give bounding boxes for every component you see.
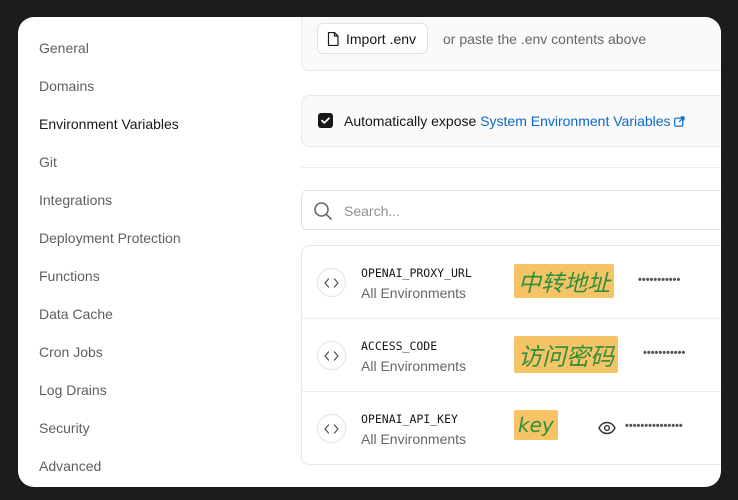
sidebar-item-log-drains[interactable]: Log Drains — [39, 382, 107, 398]
handwritten-annotation: key — [514, 410, 558, 440]
env-variable-environments: All Environments — [361, 431, 467, 447]
sidebar-item-data-cache[interactable]: Data Cache — [39, 306, 113, 322]
import-env-button-label: Import .env — [346, 30, 417, 47]
sidebar-item-cron-jobs[interactable]: Cron Jobs — [39, 344, 103, 360]
sidebar-item-functions[interactable]: Functions — [39, 268, 100, 284]
env-variable-name: OPENAI_API_KEY — [361, 412, 458, 426]
env-variable-name: ACCESS_CODE — [361, 339, 438, 353]
import-hint-text: or paste the .env contents above — [443, 31, 647, 47]
env-variable-environments: All Environments — [361, 285, 467, 301]
expose-text: Automatically expose — [344, 113, 477, 129]
sidebar-item-advanced[interactable]: Advanced — [39, 458, 101, 474]
env-variables-list: OPENAI_PROXY_URL All Environments 中转地址 •… — [301, 245, 721, 465]
search-box — [301, 190, 721, 230]
import-env-button[interactable]: Import .env — [317, 23, 429, 54]
code-icon — [317, 341, 346, 370]
sidebar-item-environment-variables[interactable]: Environment Variables — [39, 116, 179, 132]
env-variable-row[interactable]: OPENAI_API_KEY All Environments key ••••… — [302, 392, 721, 465]
section-divider — [301, 167, 721, 168]
handwritten-annotation: 访问密码 — [514, 336, 618, 373]
sidebar-item-domains[interactable]: Domains — [39, 78, 94, 94]
search-input[interactable] — [344, 201, 704, 221]
masked-value: ••••••••••• — [643, 347, 686, 359]
expose-system-vars-label: Automatically expose System Environment … — [344, 113, 685, 129]
sidebar-item-git[interactable]: Git — [39, 154, 57, 170]
masked-value: ••••••••••• — [638, 274, 681, 286]
settings-window: General Domains Environment Variables Gi… — [18, 17, 721, 487]
expose-system-vars-card: Automatically expose System Environment … — [301, 95, 721, 147]
sidebar-item-integrations[interactable]: Integrations — [39, 192, 112, 208]
env-variable-environments: All Environments — [361, 358, 467, 374]
masked-value: ••••••••••••••• — [625, 420, 683, 432]
code-icon — [317, 414, 346, 443]
file-icon — [327, 31, 339, 46]
code-icon — [317, 268, 346, 297]
checkmark-icon — [321, 117, 330, 124]
env-variable-row[interactable]: ACCESS_CODE All Environments 访问密码 ••••••… — [302, 319, 721, 392]
sidebar-item-security[interactable]: Security — [39, 420, 90, 436]
sidebar-item-deployment-protection[interactable]: Deployment Protection — [39, 230, 181, 246]
system-env-vars-link-label: System Environment Variables — [480, 113, 671, 129]
eye-icon[interactable] — [598, 421, 616, 435]
import-env-card: Import .env or paste the .env contents a… — [301, 17, 721, 71]
settings-sidebar: General Domains Environment Variables Gi… — [18, 17, 288, 487]
env-variable-name: OPENAI_PROXY_URL — [361, 266, 472, 280]
external-link-icon — [673, 116, 685, 127]
search-icon — [314, 202, 332, 220]
env-variable-row[interactable]: OPENAI_PROXY_URL All Environments 中转地址 •… — [302, 246, 721, 319]
sidebar-item-general[interactable]: General — [39, 40, 89, 56]
handwritten-annotation: 中转地址 — [514, 264, 614, 298]
expose-system-vars-checkbox[interactable] — [318, 113, 333, 128]
system-env-vars-link[interactable]: System Environment Variables — [480, 113, 685, 129]
